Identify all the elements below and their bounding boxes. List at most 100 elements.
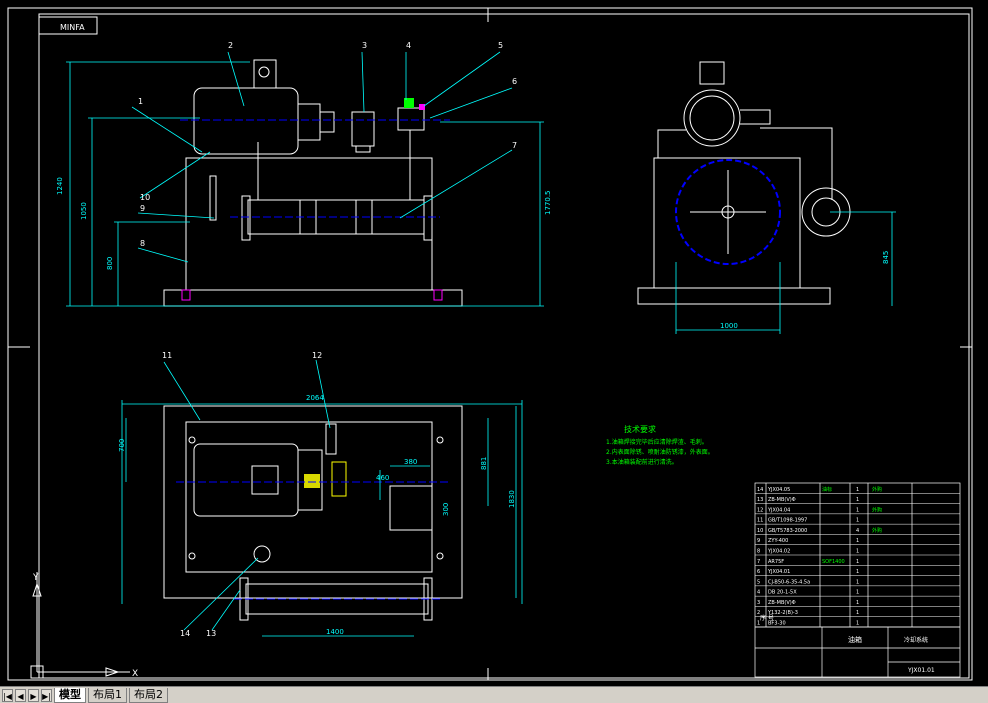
- dim-1000: 1000: [720, 322, 738, 330]
- bom-cell-code: ZB-MB(V)Φ: [768, 497, 796, 503]
- tab-layout1[interactable]: 布局1: [88, 687, 127, 703]
- dim-800: 800: [106, 257, 114, 270]
- tab-layout2[interactable]: 布局2: [129, 687, 168, 703]
- title-block-project: 冷却系统: [904, 636, 928, 644]
- stamp-text: MINFA: [60, 23, 85, 32]
- side-fan: [675, 159, 781, 265]
- bom-cell-code: YJX04.02: [767, 549, 790, 555]
- bom-cell-qty: 1: [856, 600, 859, 606]
- tech-item-3: 3.本油箱装配前进行清洗。: [606, 458, 678, 466]
- balloon-12: 12: [312, 351, 322, 360]
- bom-cell-qty: 1: [856, 518, 859, 524]
- bom-cell-no: 13: [757, 497, 763, 503]
- balloon-11: 11: [162, 351, 172, 360]
- front-view: [163, 59, 463, 307]
- tech-item-1: 1.油箱焊接完毕后应清除焊渣、毛刺。: [606, 438, 708, 446]
- tech-requirements: 技术要求 1.油箱焊接完毕后应清除焊渣、毛刺。 2.内表面除锈、喷耐油防锈漆，外…: [606, 424, 714, 466]
- bom-cell-qty: 4: [856, 528, 859, 534]
- dim-700: 700: [118, 439, 126, 452]
- title-block: 序 号 油箱 冷却系统 YJX01.01: [760, 614, 935, 674]
- balloon-7: 7: [512, 141, 517, 150]
- balloon-9: 9: [140, 204, 145, 213]
- dim-1050: 1050: [80, 202, 88, 220]
- plan-coupling: [304, 461, 347, 497]
- bom-cell-name: 油标: [822, 486, 832, 493]
- bom-cell-qty: 1: [856, 549, 859, 555]
- drawing-frame: [7, 7, 973, 681]
- bom-cell-code: CJ-B50-6-35-4.5a: [768, 579, 810, 585]
- plan-view: [163, 405, 463, 621]
- bom-cell-code: YJX04.01: [767, 569, 790, 575]
- bom-cell-qty: 1: [856, 590, 859, 596]
- bom-cell-code: YJX04.05: [767, 487, 790, 493]
- ucs-icon: [30, 572, 130, 679]
- bom-cell-qty: 1: [856, 559, 859, 565]
- bom-cell-name: SOF1400: [822, 559, 845, 565]
- bom-cell-code: AR75F: [768, 559, 784, 565]
- dim-460: 460: [376, 474, 389, 482]
- bom-cell-qty: 1: [856, 579, 859, 585]
- bom-cell-note: 外购: [872, 527, 882, 534]
- dim-1240: 1240: [56, 177, 64, 195]
- bom-cell-no: 6: [757, 569, 760, 575]
- bom-cell-qty: 1: [856, 497, 859, 503]
- layout-tab-bar: |◀ ◀ ▶ ▶| 模型 布局1 布局2: [0, 686, 988, 703]
- balloon-2: 2: [228, 41, 233, 50]
- ucs-y: Y: [32, 573, 39, 583]
- plan-dimension-labels: 2064 700 881 1830 1400 380 460 300: [118, 394, 516, 636]
- bom-cell-no: 5: [757, 579, 760, 585]
- front-leaders: [131, 51, 513, 263]
- side-dimension-labels: 1000 845: [720, 251, 890, 330]
- side-view: [637, 61, 851, 305]
- side-dimensions: [675, 211, 896, 334]
- plan-centerlines: [176, 481, 450, 600]
- bom-cell-no: 14: [757, 487, 763, 493]
- prev-tab-button[interactable]: ◀: [15, 688, 26, 702]
- last-tab-button[interactable]: ▶|: [41, 688, 52, 702]
- dim-1830: 1830: [508, 490, 516, 508]
- bom-cell-note: 外购: [872, 486, 882, 493]
- dim-845: 845: [882, 251, 890, 264]
- tech-title: 技术要求: [624, 424, 656, 434]
- bom-cell-code: ZYY-400: [768, 538, 788, 544]
- bom-cell-note: 外购: [872, 506, 882, 513]
- bom-cell-no: 8: [757, 549, 760, 555]
- tab-model[interactable]: 模型: [54, 687, 86, 703]
- bom-cell-no: 11: [757, 518, 763, 524]
- balloon-1: 1: [138, 97, 143, 106]
- dim-1770: 1770.5: [544, 191, 552, 216]
- bom-cell-qty: 1: [856, 538, 859, 544]
- bom-cell-qty: 1: [856, 610, 859, 616]
- front-dimension-labels: 1240 1050 800 1770.5: [56, 177, 552, 270]
- dim-2064: 2064: [306, 394, 324, 402]
- bom-cell-no: 4: [757, 590, 760, 596]
- balloon-8: 8: [140, 239, 145, 248]
- bom-cell-no: 7: [757, 559, 760, 565]
- balloon-10: 10: [140, 193, 150, 202]
- bom-cell-code: ZB-MB(V)Φ: [768, 600, 796, 606]
- bom-rows: 14 YJX04.05 油标 1 外购13 ZB-MB(V)Φ 112 YJX04.04 1 外购…: [755, 486, 960, 628]
- balloon-5: 5: [498, 41, 503, 50]
- bom-cell-no: 9: [757, 538, 760, 544]
- ucs-x: X: [132, 669, 138, 679]
- stamp-box: MINFA: [38, 16, 98, 35]
- title-block-header: 序 号: [760, 614, 774, 622]
- dim-300: 300: [442, 503, 450, 516]
- first-tab-button[interactable]: |◀: [2, 688, 13, 702]
- dim-881: 881: [480, 457, 488, 470]
- dim-380: 380: [404, 458, 417, 466]
- bom-cell-no: 3: [757, 600, 760, 606]
- bom-cell-no: 10: [757, 528, 763, 534]
- balloon-4: 4: [406, 41, 411, 50]
- dim-1400: 1400: [326, 628, 344, 636]
- tech-item-2: 2.内表面除锈、喷耐油防锈漆，外表面。: [606, 448, 714, 456]
- next-tab-button[interactable]: ▶: [28, 688, 39, 702]
- bom-cell-code: DB 20-1-5X: [768, 590, 797, 596]
- bom-cell-qty: 1: [856, 507, 859, 513]
- bom-cell-code: YJX04.04: [767, 507, 790, 513]
- cad-drawing-canvas[interactable]: MINFA 1240 1050 800 1770.5 1 2 3 4 5 6 7…: [0, 0, 988, 686]
- bom-cell-code: GB/T5783-2000: [768, 528, 807, 534]
- bom-cell-qty: 1: [856, 621, 859, 627]
- title-block-drawing-no: YJX01.01: [907, 667, 935, 674]
- bom-cell-qty: 1: [856, 487, 859, 493]
